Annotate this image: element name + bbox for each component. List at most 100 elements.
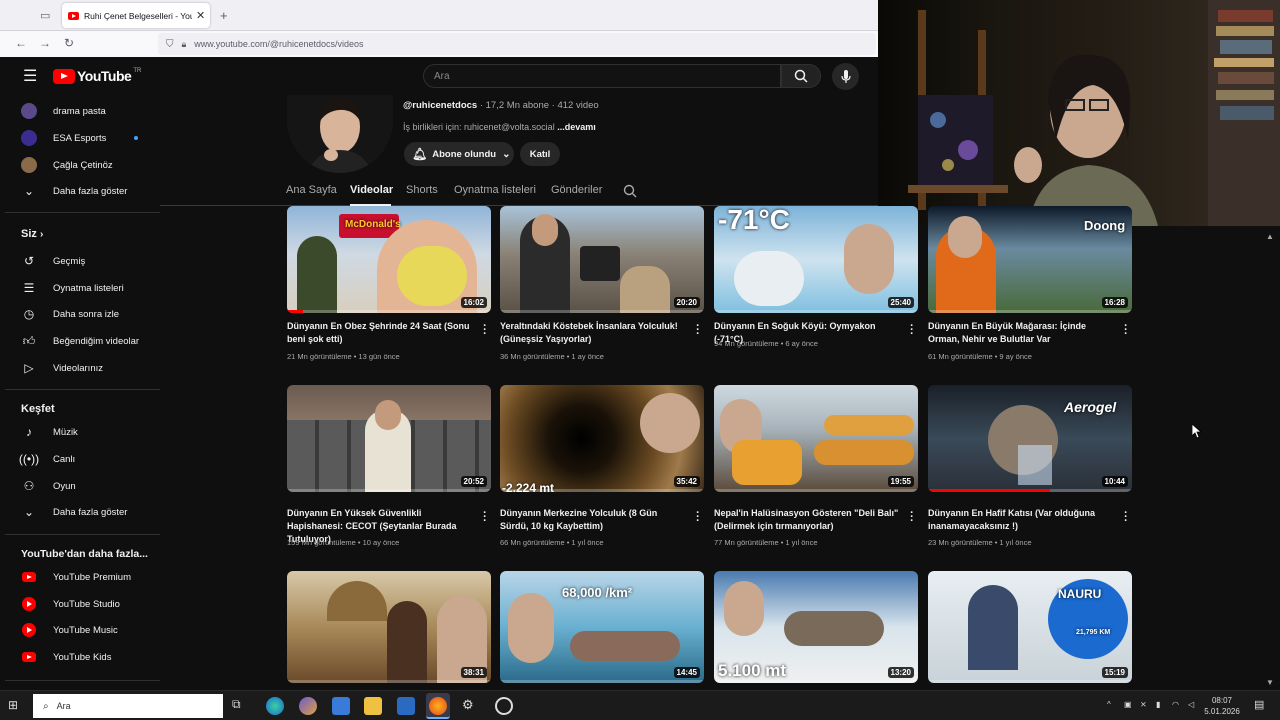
tray-chevron-icon[interactable]: ^ — [1107, 700, 1111, 709]
video-title[interactable]: Yeraltındaki Köstebek İnsanlara Yolculuk… — [500, 320, 685, 346]
sidebar-item-liked-videos[interactable]: 👍︎ Beğendiğim videolar — [5, 328, 160, 354]
sidebar-item-history[interactable]: ↺ Geçmiş — [5, 248, 160, 274]
more-actions-icon[interactable]: · · · — [1123, 321, 1129, 340]
video-card[interactable]: 19:55 Nepal'in Halüsinasyon Gösteren "De… — [714, 385, 918, 547]
settings-icon[interactable]: ⚙ — [462, 697, 480, 715]
tab-posts[interactable]: Gönderiler — [551, 184, 602, 196]
tab-home[interactable]: Ana Sayfa — [286, 184, 337, 196]
video-card[interactable]: -71°C 25:40 Dünyanın En Soğuk Köyü: Oymy… — [714, 206, 918, 348]
video-card[interactable]: 5.100 mt 13:20 — [714, 571, 918, 683]
video-card[interactable]: NAURU 21,795 KM 15:19 — [928, 571, 1132, 683]
tab-shorts[interactable]: Shorts — [406, 184, 438, 196]
lock-icon[interactable]: 🔒︎ — [182, 39, 187, 50]
copilot-icon[interactable] — [299, 697, 317, 715]
tray-app-icon[interactable]: ▣ — [1124, 700, 1132, 709]
edge-icon[interactable] — [266, 697, 284, 715]
tab-list-icon[interactable]: ▭ — [40, 9, 50, 22]
store-icon[interactable] — [332, 697, 350, 715]
more-actions-icon[interactable]: · · · — [695, 321, 701, 340]
firefox-icon[interactable] — [429, 697, 447, 715]
sidebar-item-youtube-studio[interactable]: YouTube Studio — [5, 591, 160, 617]
video-thumbnail[interactable]: Doong 16:28 — [928, 206, 1132, 313]
sidebar-item-playlists[interactable]: ☰ Oynatma listeleri — [5, 275, 160, 301]
video-card[interactable]: 68,000 /km² 14:45 — [500, 571, 704, 683]
wifi-icon[interactable]: ◠ — [1172, 700, 1179, 709]
sidebar-sub-drama-pasta[interactable]: drama pasta — [5, 98, 160, 124]
video-thumbnail[interactable]: 38:31 — [287, 571, 491, 683]
video-card[interactable]: Aerogel 10:44 Dünyanın En Hafif Katısı (… — [928, 385, 1132, 547]
mail-icon[interactable] — [397, 697, 415, 715]
video-card[interactable]: 38:31 — [287, 571, 491, 683]
file-explorer-icon[interactable] — [364, 697, 382, 715]
search-input[interactable]: Ara — [423, 64, 781, 88]
scroll-up-icon[interactable]: ▲ — [1266, 232, 1274, 241]
video-title[interactable]: Dünyanın En Obez Şehrinde 24 Saat (Sonu … — [287, 320, 472, 346]
volume-icon[interactable]: ◁ — [1188, 700, 1194, 709]
channel-avatar[interactable] — [287, 95, 393, 173]
video-title[interactable]: Dünyanın En Büyük Mağarası: İçinde Orman… — [928, 320, 1113, 346]
video-thumbnail[interactable]: Aerogel 10:44 — [928, 385, 1132, 492]
more-actions-icon[interactable]: · · · — [482, 321, 488, 340]
video-thumbnail[interactable]: 68,000 /km² 14:45 — [500, 571, 704, 683]
new-tab-icon[interactable]: + — [220, 8, 228, 23]
video-card[interactable]: 20:20 Yeraltındaki Köstebek İnsanlara Yo… — [500, 206, 704, 361]
back-icon[interactable]: ← — [15, 36, 27, 50]
start-icon[interactable]: ⊞ — [8, 698, 18, 712]
video-thumbnail[interactable]: -71°C 25:40 — [714, 206, 918, 313]
more-link[interactable]: ...devamı — [557, 122, 596, 132]
video-thumbnail[interactable]: 20:20 — [500, 206, 704, 313]
taskbar-search-input[interactable]: ⌕ Ara — [33, 694, 223, 718]
more-actions-icon[interactable]: · · · — [909, 321, 915, 340]
search-button[interactable] — [781, 64, 821, 88]
video-thumbnail[interactable]: 19:55 — [714, 385, 918, 492]
sidebar-sub-cagla-cetinoz[interactable]: Çağla Çetinöz — [5, 152, 160, 178]
shield-icon[interactable]: ⛉ — [166, 39, 174, 50]
task-view-icon[interactable]: ⧉ — [232, 697, 250, 715]
tray-network-off-icon[interactable]: ⨯ — [1140, 700, 1147, 709]
sidebar-item-youtube-kids[interactable]: YouTube Kids — [5, 644, 160, 670]
obs-icon[interactable] — [495, 697, 513, 715]
video-thumbnail[interactable]: McDonald's 16:02 — [287, 206, 491, 313]
browser-tab-active[interactable]: Ruhi Çenet Belgeselleri - YouTube ✕ — [62, 3, 210, 28]
video-card[interactable]: 20:52 Dünyanın En Yüksek Güvenlikli Hapi… — [287, 385, 491, 547]
sidebar-item-live[interactable]: ((•)) Canlı — [5, 446, 160, 472]
more-actions-icon[interactable]: · · · — [909, 508, 915, 527]
sidebar-item-youtube-music[interactable]: YouTube Music — [5, 617, 160, 643]
youtube-logo[interactable]: YouTube TR — [53, 68, 141, 84]
voice-search-button[interactable] — [832, 63, 859, 90]
close-tab-icon[interactable]: ✕ — [196, 9, 205, 22]
sidebar-show-more-subs[interactable]: ⌄ Daha fazla göster — [5, 178, 160, 204]
address-bar[interactable]: ⛉ 🔒︎ www.youtube.com/@ruhicenetdocs/vide… — [158, 33, 876, 55]
sidebar-item-music[interactable]: ♪ Müzik — [5, 419, 160, 445]
microphone-icon[interactable]: ▮ — [1156, 700, 1160, 709]
sidebar-item-your-videos[interactable]: ▷ Videolarınız — [5, 355, 160, 381]
join-button[interactable]: Katıl — [520, 142, 560, 166]
tab-videos[interactable]: Videolar — [350, 184, 393, 196]
channel-description[interactable]: İş birlikleri için: ruhicenet@volta.soci… — [403, 122, 596, 132]
clock[interactable]: 08:07 5.01.2026 — [1202, 695, 1242, 717]
sidebar-you-heading[interactable]: Siz › — [21, 228, 43, 240]
sidebar-item-gaming[interactable]: ⚇ Oyun — [5, 473, 160, 499]
video-card[interactable]: McDonald's 16:02 Dünyanın En Obez Şehrin… — [287, 206, 491, 361]
video-thumbnail[interactable]: 20:52 — [287, 385, 491, 492]
subscribed-button[interactable]: 🔔︎ Abone olundu ⌄ — [404, 142, 514, 166]
more-actions-icon[interactable]: · · · — [482, 508, 488, 527]
video-thumbnail[interactable]: NAURU 21,795 KM 15:19 — [928, 571, 1132, 683]
scroll-down-icon[interactable]: ▼ — [1266, 678, 1274, 687]
video-thumbnail[interactable]: 5.100 mt 13:20 — [714, 571, 918, 683]
notifications-icon[interactable]: ▤ — [1254, 698, 1264, 711]
reload-icon[interactable]: ↻ — [64, 36, 74, 50]
forward-icon[interactable]: → — [39, 36, 51, 50]
video-title[interactable]: Dünyanın En Hafif Katısı (Var olduğuna i… — [928, 507, 1113, 533]
menu-icon[interactable]: ☰ — [23, 66, 37, 86]
video-thumbnail[interactable]: -2,224 mt 35:42 — [500, 385, 704, 492]
sidebar-show-more-explore[interactable]: ⌄ Daha fazla göster — [5, 499, 160, 525]
sidebar-item-youtube-premium[interactable]: YouTube Premium — [5, 564, 160, 590]
tab-playlists[interactable]: Oynatma listeleri — [454, 184, 536, 196]
channel-search-icon[interactable] — [623, 184, 637, 198]
video-card[interactable]: -2,224 mt 35:42 Dünyanın Merkezine Yolcu… — [500, 385, 704, 547]
sidebar-item-watch-later[interactable]: ◷ Daha sonra izle — [5, 301, 160, 327]
more-actions-icon[interactable]: · · · — [1123, 508, 1129, 527]
video-title[interactable]: Nepal'in Halüsinasyon Gösteren "Deli Bal… — [714, 507, 899, 533]
more-actions-icon[interactable]: · · · — [695, 508, 701, 527]
